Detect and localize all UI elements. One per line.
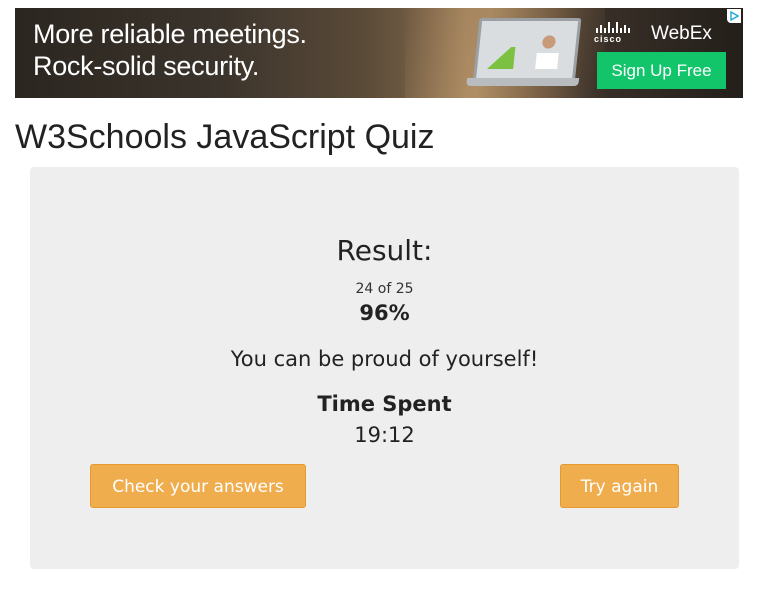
adchoices-icon[interactable] (727, 9, 741, 23)
sign-up-free-button[interactable]: Sign Up Free (597, 52, 726, 89)
cisco-wordmark: cisco (594, 34, 623, 44)
try-again-button[interactable]: Try again (560, 464, 679, 508)
time-spent-value: 19:12 (354, 423, 415, 447)
ad-brand: cisco WebEx (590, 22, 730, 48)
score-percent: 96% (359, 301, 410, 325)
check-answers-button[interactable]: Check your answers (90, 464, 306, 508)
laptop-image (466, 16, 583, 86)
time-spent-label: Time Spent (317, 392, 452, 416)
ad-headline: More reliable meetings. Rock-solid secur… (33, 19, 307, 81)
feedback-message: You can be proud of yourself! (230, 347, 539, 371)
quiz-result-panel: Result: 24 of 25 96% You can be proud of… (30, 167, 739, 569)
result-heading: Result: (336, 234, 433, 267)
cisco-logo-icon: cisco (592, 22, 632, 46)
page-title: W3Schools JavaScript Quiz (15, 118, 435, 156)
webex-wordmark: WebEx (651, 23, 712, 44)
ad-banner[interactable]: More reliable meetings. Rock-solid secur… (15, 8, 743, 98)
score-fraction: 24 of 25 (355, 281, 414, 297)
